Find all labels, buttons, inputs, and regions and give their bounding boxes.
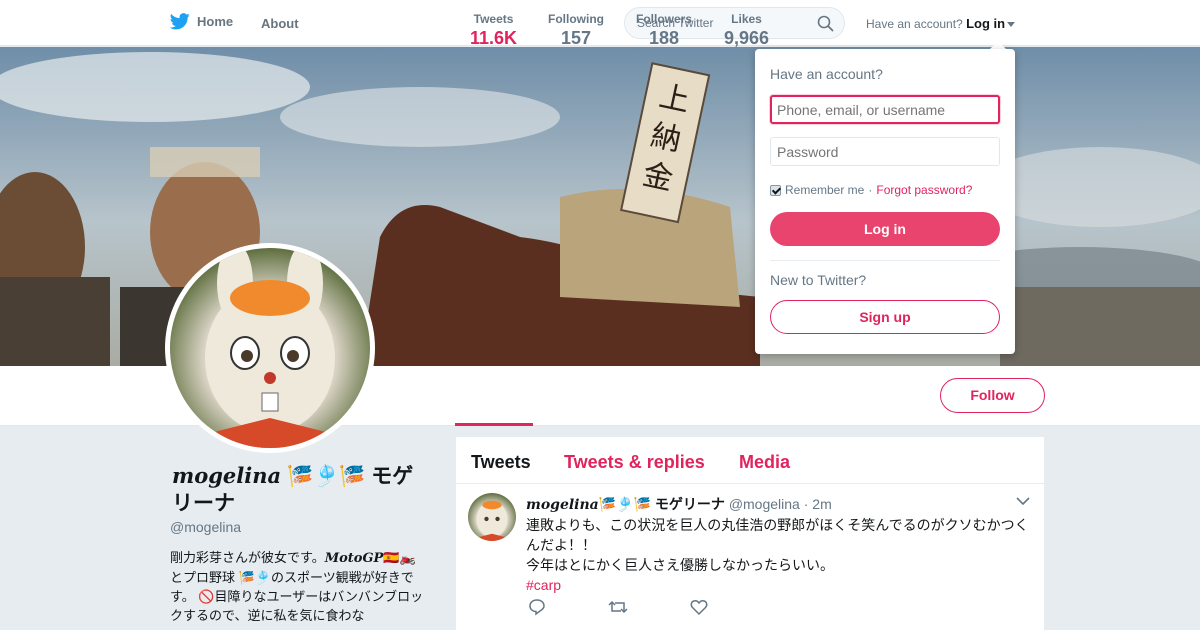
bio-text: とプロ野球 bbox=[170, 570, 239, 585]
bio-emoji: 🇪🇸🏍️ bbox=[383, 550, 416, 565]
stat-value: 188 bbox=[648, 28, 680, 48]
display-name-script: mogelina bbox=[172, 463, 282, 488]
stat-label: Following bbox=[548, 12, 604, 26]
tweet-header: mogelina🎏🎐🎏 モゲリーナ @mogelina · 2m bbox=[526, 494, 832, 514]
remember-me-row: Remember me · Forgot password? bbox=[770, 183, 972, 197]
tweet-time[interactable]: 2m bbox=[812, 496, 831, 512]
tweet-dot: · bbox=[803, 496, 809, 512]
active-stat-indicator bbox=[455, 423, 533, 426]
divider bbox=[770, 260, 1000, 261]
timeline-tabs: Tweets Tweets & replies Media bbox=[456, 437, 1044, 484]
tab-tweets[interactable]: Tweets bbox=[471, 452, 531, 473]
forgot-password-link[interactable]: Forgot password? bbox=[876, 183, 972, 197]
stat-likes[interactable]: Likes 9,966 bbox=[724, 12, 769, 49]
password-field[interactable] bbox=[770, 137, 1000, 166]
remember-me-checkbox[interactable] bbox=[770, 184, 781, 196]
stat-value: 11.6K bbox=[470, 28, 518, 48]
bio-text: 剛力彩芽さんが彼女です。 bbox=[170, 550, 325, 565]
twitter-bird-icon bbox=[170, 13, 190, 30]
login-button[interactable]: Log in bbox=[770, 212, 1000, 246]
bio-emoji: 🚫 bbox=[198, 589, 215, 604]
stat-tweets[interactable]: Tweets 11.6K bbox=[470, 12, 517, 49]
author-name-script: mogelina bbox=[526, 497, 599, 513]
login-dropdown: Have an account? Remember me · Forgot pa… bbox=[755, 49, 1015, 354]
remember-me-label[interactable]: Remember me bbox=[785, 183, 864, 197]
profile-avatar[interactable] bbox=[165, 243, 375, 453]
tweet-avatar[interactable] bbox=[468, 493, 516, 541]
rabbit-mascot-image bbox=[476, 500, 508, 541]
username-field[interactable] bbox=[770, 95, 1000, 124]
stat-value: 9,966 bbox=[724, 28, 770, 48]
account-menu[interactable]: Have an account? Log in bbox=[866, 16, 1016, 31]
stat-label: Likes bbox=[731, 12, 762, 26]
nav-home-link[interactable]: Home bbox=[170, 13, 233, 30]
stat-value: 157 bbox=[560, 28, 592, 48]
profile-bio: 剛力彩芽さんが彼女です。MotoGP🇪🇸🏍️ とプロ野球 🎏🎐のスポーツ観戦が好… bbox=[170, 548, 430, 625]
rabbit-mascot-image bbox=[205, 248, 335, 448]
chevron-down-icon[interactable] bbox=[1016, 496, 1030, 506]
tweet-hashtag[interactable]: #carp bbox=[526, 577, 561, 593]
retweet-icon[interactable] bbox=[608, 598, 628, 616]
tweet-author-name[interactable]: mogelina🎏🎐🎏 モゲリーナ bbox=[526, 496, 725, 513]
bio-motogp: MotoGP bbox=[324, 551, 384, 566]
stat-following[interactable]: Following 157 bbox=[548, 12, 604, 49]
tweet[interactable]: mogelina🎏🎐🎏 モゲリーナ @mogelina · 2m 連敗よりも、こ… bbox=[456, 484, 1044, 630]
tweet-text-line: 連敗よりも、この状況を巨人の丸佳浩の野郎がほくそ笑んでるのがクソむかつくんだよ！… bbox=[526, 517, 1029, 553]
nav-home-label: Home bbox=[197, 14, 234, 29]
separator-dot: · bbox=[868, 183, 873, 197]
caret-down-icon[interactable] bbox=[1007, 22, 1016, 28]
display-name-emoji: 🎏🎐🎏 bbox=[286, 465, 366, 488]
tweet-actions bbox=[528, 598, 708, 616]
dropdown-title: Have an account? bbox=[770, 66, 883, 82]
new-to-twitter-label: New to Twitter? bbox=[770, 272, 867, 288]
tab-media[interactable]: Media bbox=[739, 452, 790, 473]
tab-tweets-replies[interactable]: Tweets & replies bbox=[564, 452, 705, 473]
bio-emoji: 🎏🎐 bbox=[238, 570, 271, 585]
stat-followers[interactable]: Followers 188 bbox=[636, 12, 692, 49]
profile-handle[interactable]: @mogelina bbox=[170, 519, 241, 535]
signup-button[interactable]: Sign up bbox=[770, 300, 1000, 334]
reply-icon[interactable] bbox=[528, 598, 546, 616]
login-dropdown-toggle[interactable]: Log in bbox=[966, 16, 1005, 31]
nav-about-link[interactable]: About bbox=[261, 16, 299, 31]
have-account-text: Have an account? bbox=[866, 17, 963, 31]
stat-label: Followers bbox=[636, 12, 693, 26]
stat-label: Tweets bbox=[473, 12, 514, 26]
like-heart-icon[interactable] bbox=[690, 598, 708, 616]
author-name-emoji: 🎏🎐🎏 bbox=[598, 496, 652, 512]
tweet-text-line: 今年はとにかく巨人さえ優勝しなかったらいい。 bbox=[526, 557, 834, 573]
tweet-handle[interactable]: @mogelina bbox=[729, 496, 800, 512]
follow-button[interactable]: Follow bbox=[940, 378, 1045, 413]
avatar-image bbox=[170, 248, 370, 448]
tweet-text: 連敗よりも、この状況を巨人の丸佳浩の野郎がほくそ笑んでるのがクソむかつくんだよ！… bbox=[526, 515, 1032, 595]
timeline: Tweets Tweets & replies Media mogelina🎏🎐… bbox=[456, 437, 1044, 630]
author-name-jp: モゲリーナ bbox=[654, 496, 725, 512]
search-icon[interactable] bbox=[817, 15, 834, 32]
profile-display-name: mogelina 🎏🎐🎏 モゲリーナ bbox=[172, 462, 432, 517]
